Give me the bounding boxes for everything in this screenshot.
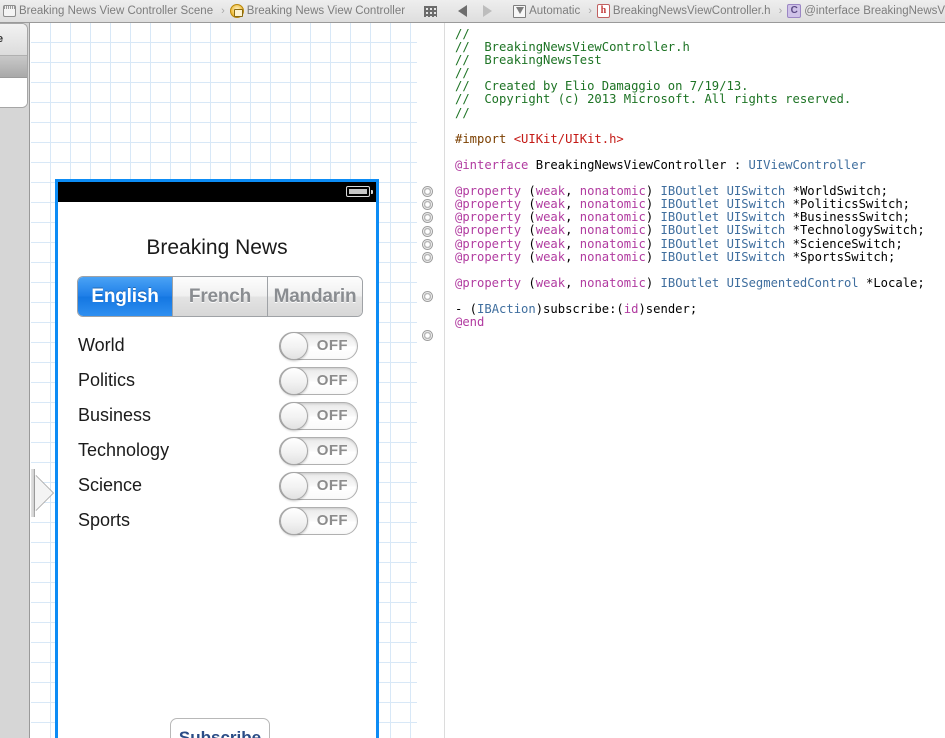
switch-business[interactable]: OFF xyxy=(279,402,358,430)
switch-politics[interactable]: OFF xyxy=(279,367,358,395)
connection-well[interactable] xyxy=(422,186,433,197)
label-technology: Technology xyxy=(78,440,169,461)
switch-sports-state: OFF xyxy=(317,512,348,529)
code-line: - (IBAction)subscribe:(id)sender; xyxy=(455,303,945,316)
switch-science[interactable]: OFF xyxy=(279,472,358,500)
code-line: // xyxy=(455,107,945,120)
breadcrumb-view-controller-label: Breaking News View Controller xyxy=(244,5,408,17)
segment-french[interactable]: French xyxy=(173,277,268,316)
switch-technology[interactable]: OFF xyxy=(279,437,358,465)
breadcrumb-view-controller[interactable]: Breaking News View Controller xyxy=(227,0,411,22)
view-canvas[interactable]: Breaking News English French Mandarin Wo… xyxy=(58,202,376,738)
breadcrumb-scene[interactable]: Breaking News View Controller Scene xyxy=(0,0,219,22)
expand-triangle-icon xyxy=(35,475,53,511)
switch-knob[interactable] xyxy=(280,507,308,535)
label-world: World xyxy=(78,335,125,356)
breadcrumb-interface-label: @interface BreakingNewsV xyxy=(801,5,945,17)
row-science: Science OFF xyxy=(58,468,376,503)
label-science: Science xyxy=(78,475,142,496)
segment-english[interactable]: English xyxy=(78,277,173,316)
switch-knob[interactable] xyxy=(280,402,308,430)
header-file-icon: h xyxy=(597,4,610,18)
switch-world-state: OFF xyxy=(317,337,348,354)
navigate-back-button[interactable] xyxy=(450,0,475,22)
connection-well[interactable] xyxy=(422,291,433,302)
subscribe-button[interactable]: Subscribe xyxy=(170,718,270,738)
row-politics: Politics OFF xyxy=(58,363,376,398)
navigator-row-selected[interactable] xyxy=(0,56,27,78)
interface-builder-canvas[interactable]: Breaking News English French Mandarin Wo… xyxy=(31,23,432,738)
status-bar xyxy=(58,182,376,202)
connection-well[interactable] xyxy=(422,252,433,263)
row-world: World OFF xyxy=(58,328,376,363)
navigator-card[interactable]: e xyxy=(0,23,28,108)
breadcrumb-header-file[interactable]: h BreakingNewsViewController.h xyxy=(594,0,777,22)
switch-knob[interactable] xyxy=(280,332,308,360)
battery-full-icon xyxy=(346,186,370,197)
navigator-row-top[interactable]: e xyxy=(0,24,27,56)
grid-icon xyxy=(424,6,437,17)
category-switch-list: World OFF Politics OFF xyxy=(58,328,376,538)
connection-well[interactable] xyxy=(422,212,433,223)
code-editor[interactable]: //// BreakingNewsViewController.h// Brea… xyxy=(445,23,945,738)
breadcrumb-chevron-icon: › xyxy=(777,5,785,17)
breadcrumb-header-file-label: BreakingNewsViewController.h xyxy=(610,5,774,17)
row-sports: Sports OFF xyxy=(58,503,376,538)
segment-mandarin[interactable]: Mandarin xyxy=(268,277,362,316)
label-politics: Politics xyxy=(78,370,135,391)
label-sports: Sports xyxy=(78,510,130,531)
scene-icon xyxy=(3,5,16,17)
connection-well[interactable] xyxy=(422,226,433,237)
automatic-icon xyxy=(513,5,526,18)
breadcrumb-scene-label: Breaking News View Controller Scene xyxy=(16,5,216,17)
view-controller-icon xyxy=(230,4,244,18)
switch-knob[interactable] xyxy=(280,367,308,395)
code-line: @property (weak, nonatomic) IBOutlet UIS… xyxy=(455,251,945,264)
expand-canvas-handle[interactable] xyxy=(31,469,55,517)
switch-technology-state: OFF xyxy=(317,442,348,459)
forward-arrow-icon xyxy=(483,5,492,17)
code-line: // Copyright (c) 2013 Microsoft. All rig… xyxy=(455,93,945,106)
source-code[interactable]: //// BreakingNewsViewController.h// Brea… xyxy=(455,28,945,329)
switch-knob[interactable] xyxy=(280,437,308,465)
breadcrumb-chevron-icon: › xyxy=(586,5,594,17)
switch-business-state: OFF xyxy=(317,407,348,424)
code-line: // BreakingNewsTest xyxy=(455,54,945,67)
navigate-forward-button[interactable] xyxy=(475,0,500,22)
row-technology: Technology OFF xyxy=(58,433,376,468)
switch-knob[interactable] xyxy=(280,472,308,500)
jump-bar: Breaking News View Controller Scene › Br… xyxy=(0,0,945,23)
connection-well[interactable] xyxy=(422,199,433,210)
navigator-row-bottom[interactable] xyxy=(0,78,27,108)
label-business: Business xyxy=(78,405,151,426)
class-icon: C xyxy=(787,4,801,18)
xcode-window: Breaking News View Controller Scene › Br… xyxy=(0,0,945,738)
switch-politics-state: OFF xyxy=(317,372,348,389)
switch-sports[interactable]: OFF xyxy=(279,507,358,535)
breadcrumb-automatic-label: Automatic xyxy=(526,5,583,17)
assistant-layout-button[interactable] xyxy=(421,0,440,22)
page-title: Breaking News xyxy=(58,236,376,260)
locale-segmented-control[interactable]: English French Mandarin xyxy=(77,276,363,317)
navigator-panel-stub: e xyxy=(0,23,30,738)
code-line: #import <UIKit/UIKit.h> xyxy=(455,133,945,146)
code-line: @property (weak, nonatomic) IBOutlet UIS… xyxy=(455,277,945,290)
connection-well[interactable] xyxy=(422,239,433,250)
breadcrumb-chevron-icon: › xyxy=(219,5,227,17)
switch-world[interactable]: OFF xyxy=(279,332,358,360)
breadcrumb-interface[interactable]: C @interface BreakingNewsV xyxy=(784,0,945,22)
switch-science-state: OFF xyxy=(317,477,348,494)
code-line: @interface BreakingNewsViewController : … xyxy=(455,159,945,172)
row-business: Business OFF xyxy=(58,398,376,433)
back-arrow-icon xyxy=(458,5,467,17)
connection-gutter xyxy=(417,23,445,738)
connection-well[interactable] xyxy=(422,330,433,341)
breadcrumb-automatic[interactable]: Automatic xyxy=(510,0,586,22)
iphone-view-controller[interactable]: Breaking News English French Mandarin Wo… xyxy=(55,179,379,738)
code-line: @end xyxy=(455,316,945,329)
